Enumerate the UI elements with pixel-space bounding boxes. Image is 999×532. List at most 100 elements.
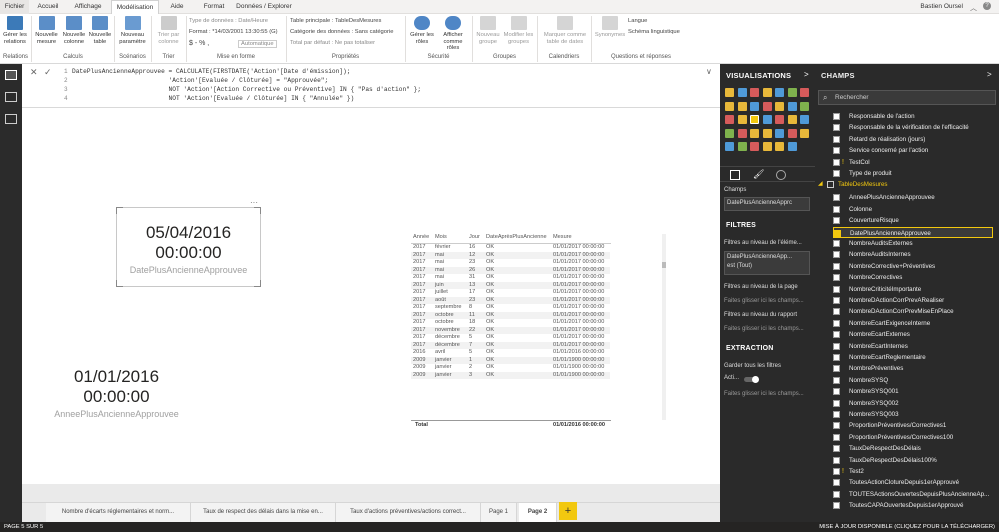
checkbox[interactable]	[833, 285, 840, 293]
kpi-icon[interactable]	[775, 115, 784, 124]
checkbox[interactable]	[833, 274, 840, 282]
page-tab[interactable]: Nombre d'écarts réglementaires et norm..…	[46, 503, 191, 522]
keep-filters-toggle[interactable]	[744, 376, 759, 383]
checkbox[interactable]	[833, 217, 840, 225]
field-item[interactable]: NombreCriticitéImportante	[833, 284, 993, 295]
manage-relations-button[interactable]: Gérer les relations	[1, 16, 29, 45]
checkbox[interactable]	[833, 456, 840, 464]
checkbox[interactable]	[833, 445, 840, 453]
line-icon[interactable]	[775, 88, 784, 97]
mark-as-date-table-button[interactable]: Marquer comme table de dates	[540, 16, 590, 45]
table-scrollbar[interactable]	[662, 234, 666, 420]
checkbox[interactable]	[833, 194, 840, 202]
field-item[interactable]: CouvertureRisque	[833, 215, 993, 226]
checkbox[interactable]	[833, 205, 840, 213]
filter-card[interactable]: DatePlusAncienneApp... est (Tout)	[724, 251, 810, 275]
card-icon[interactable]	[750, 115, 759, 124]
manage-roles-button[interactable]: Gérer les rôles	[408, 16, 436, 45]
update-available-link[interactable]: MISE À JOUR DISPONIBLE (CLIQUEZ POUR LA …	[819, 522, 995, 532]
checkbox[interactable]	[833, 262, 840, 270]
checkbox[interactable]	[833, 251, 840, 259]
field-item[interactable]: AnneePlusAncienneApprouvee	[833, 192, 993, 203]
visual-icon[interactable]	[750, 142, 759, 151]
field-item[interactable]: TauxDeRespectDesDélais100%	[833, 455, 993, 466]
checkbox[interactable]	[833, 124, 840, 132]
linguistic-schema-dropdown[interactable]: Schéma linguistique	[628, 29, 680, 35]
checkbox[interactable]	[833, 147, 840, 155]
qna-icon[interactable]	[787, 128, 797, 138]
slicer-icon[interactable]	[787, 115, 797, 124]
new-measure-button[interactable]: Nouvelle mesure	[33, 16, 60, 45]
field-item[interactable]: NombreAuditsExternes	[833, 238, 993, 249]
default-summarization-dropdown[interactable]: Total par défaut : Ne pas totaliser	[290, 40, 375, 46]
new-parameter-button[interactable]: Nouveau paramètre	[116, 16, 149, 45]
scrollbar-thumb[interactable]	[662, 262, 666, 268]
page-tab-active[interactable]: Page 2	[519, 503, 557, 522]
visual-icon[interactable]	[787, 142, 797, 151]
new-group-button[interactable]: Nouveau groupe	[474, 16, 502, 45]
table-visual[interactable]: Année Mois Jour DateAprèsPlusAncienne Me…	[411, 234, 611, 432]
field-item[interactable]: DatePlusAncienneApprouvee	[833, 226, 993, 238]
checkbox[interactable]	[833, 342, 840, 350]
report-canvas[interactable]	[22, 108, 720, 484]
field-item[interactable]: ToutesCAPAOuvertesDepuis1erApprouvé	[833, 500, 993, 511]
tab-aide[interactable]: Aide	[163, 0, 191, 14]
checkbox[interactable]	[833, 365, 840, 373]
checkbox[interactable]	[833, 468, 840, 475]
funnel-icon[interactable]	[725, 115, 734, 124]
filled-map-icon[interactable]	[800, 101, 809, 111]
chevron-up-icon[interactable]: ︿	[970, 3, 977, 13]
table-icon[interactable]	[800, 115, 809, 124]
resize-handle[interactable]	[254, 280, 261, 287]
checkbox[interactable]	[833, 297, 840, 304]
formula-line[interactable]: DatePlusAncienneApprouvee = CALCULATE(FI…	[72, 68, 350, 75]
fields-tab-icon[interactable]	[730, 170, 740, 180]
field-item[interactable]: Colonne	[833, 204, 993, 215]
stacked-column-icon[interactable]	[737, 88, 747, 97]
more-icon[interactable]	[737, 142, 747, 151]
field-item[interactable]: NombreCorrective+Préventives	[833, 261, 993, 272]
field-item[interactable]: NombreSYSQ002	[833, 398, 993, 409]
table-node[interactable]: ◢ TableDesMesures	[818, 179, 978, 190]
donut-icon[interactable]	[762, 101, 772, 111]
synonyms-button[interactable]: Synonymes	[593, 16, 627, 39]
python-icon[interactable]	[750, 128, 759, 138]
data-type-dropdown[interactable]: Type de données : Date/Heure	[189, 18, 268, 24]
add-page-button[interactable]: +	[559, 502, 577, 520]
tab-donnees-explorer[interactable]: Données / Explorer	[233, 0, 295, 14]
page-tab[interactable]: Page 1	[481, 503, 517, 522]
drop-zone[interactable]: Faites glisser ici les champs...	[724, 326, 804, 332]
globe-icon[interactable]	[800, 128, 809, 138]
waterfall-icon[interactable]	[725, 101, 734, 111]
gauge-icon[interactable]	[737, 115, 747, 124]
formula-line[interactable]: 'Action'[Evaluée / Clôturée] = "Approuvé…	[72, 77, 329, 84]
field-item[interactable]: NombreEcartInternes	[833, 341, 993, 352]
cancel-formula-icon[interactable]: ✕	[30, 67, 38, 78]
column-header[interactable]: Jour	[469, 234, 480, 243]
report-view-icon[interactable]	[5, 70, 17, 80]
page-tab[interactable]: Taux d'actions préventives/actions corre…	[336, 503, 481, 522]
field-item[interactable]: ! TestCol	[833, 157, 993, 168]
data-category-dropdown[interactable]: Catégorie des données : Sans catégorie	[290, 29, 393, 35]
checkbox[interactable]	[833, 411, 840, 418]
field-item[interactable]: Retard de réalisation (jours)	[833, 134, 993, 145]
field-item[interactable]: Type de produit	[833, 168, 993, 179]
home-table-dropdown[interactable]: Table principale : TableDesMesures	[290, 18, 381, 24]
checkbox[interactable]	[833, 135, 840, 143]
ribbon-icon[interactable]	[800, 88, 809, 97]
field-item[interactable]: TauxDeRespectDesDélais	[833, 443, 993, 454]
language-dropdown[interactable]: Langue	[628, 18, 647, 24]
checkbox[interactable]	[833, 479, 840, 487]
column-header[interactable]: Mois	[435, 234, 447, 243]
formula-bar[interactable]: ✕ ✓ 1 2 3 4 DatePlusAncienneApprouvee = …	[22, 64, 720, 108]
matrix-icon[interactable]	[725, 128, 734, 138]
pie-icon[interactable]	[750, 101, 759, 111]
card-annee-plus-ancienne[interactable]: 01/01/2016 00:00:00 AnneePlusAncienneApp…	[44, 367, 189, 419]
clustered-bar-icon[interactable]	[750, 88, 759, 97]
drop-zone[interactable]: Faites glisser ici les champs...	[724, 298, 804, 304]
field-item[interactable]: NombreAuditsInternes	[833, 249, 993, 260]
new-column-button[interactable]: Nouvelle colonne	[60, 16, 88, 45]
tab-affichage[interactable]: Affichage	[67, 0, 109, 14]
checkbox[interactable]	[833, 354, 840, 361]
checkbox[interactable]	[833, 388, 840, 396]
